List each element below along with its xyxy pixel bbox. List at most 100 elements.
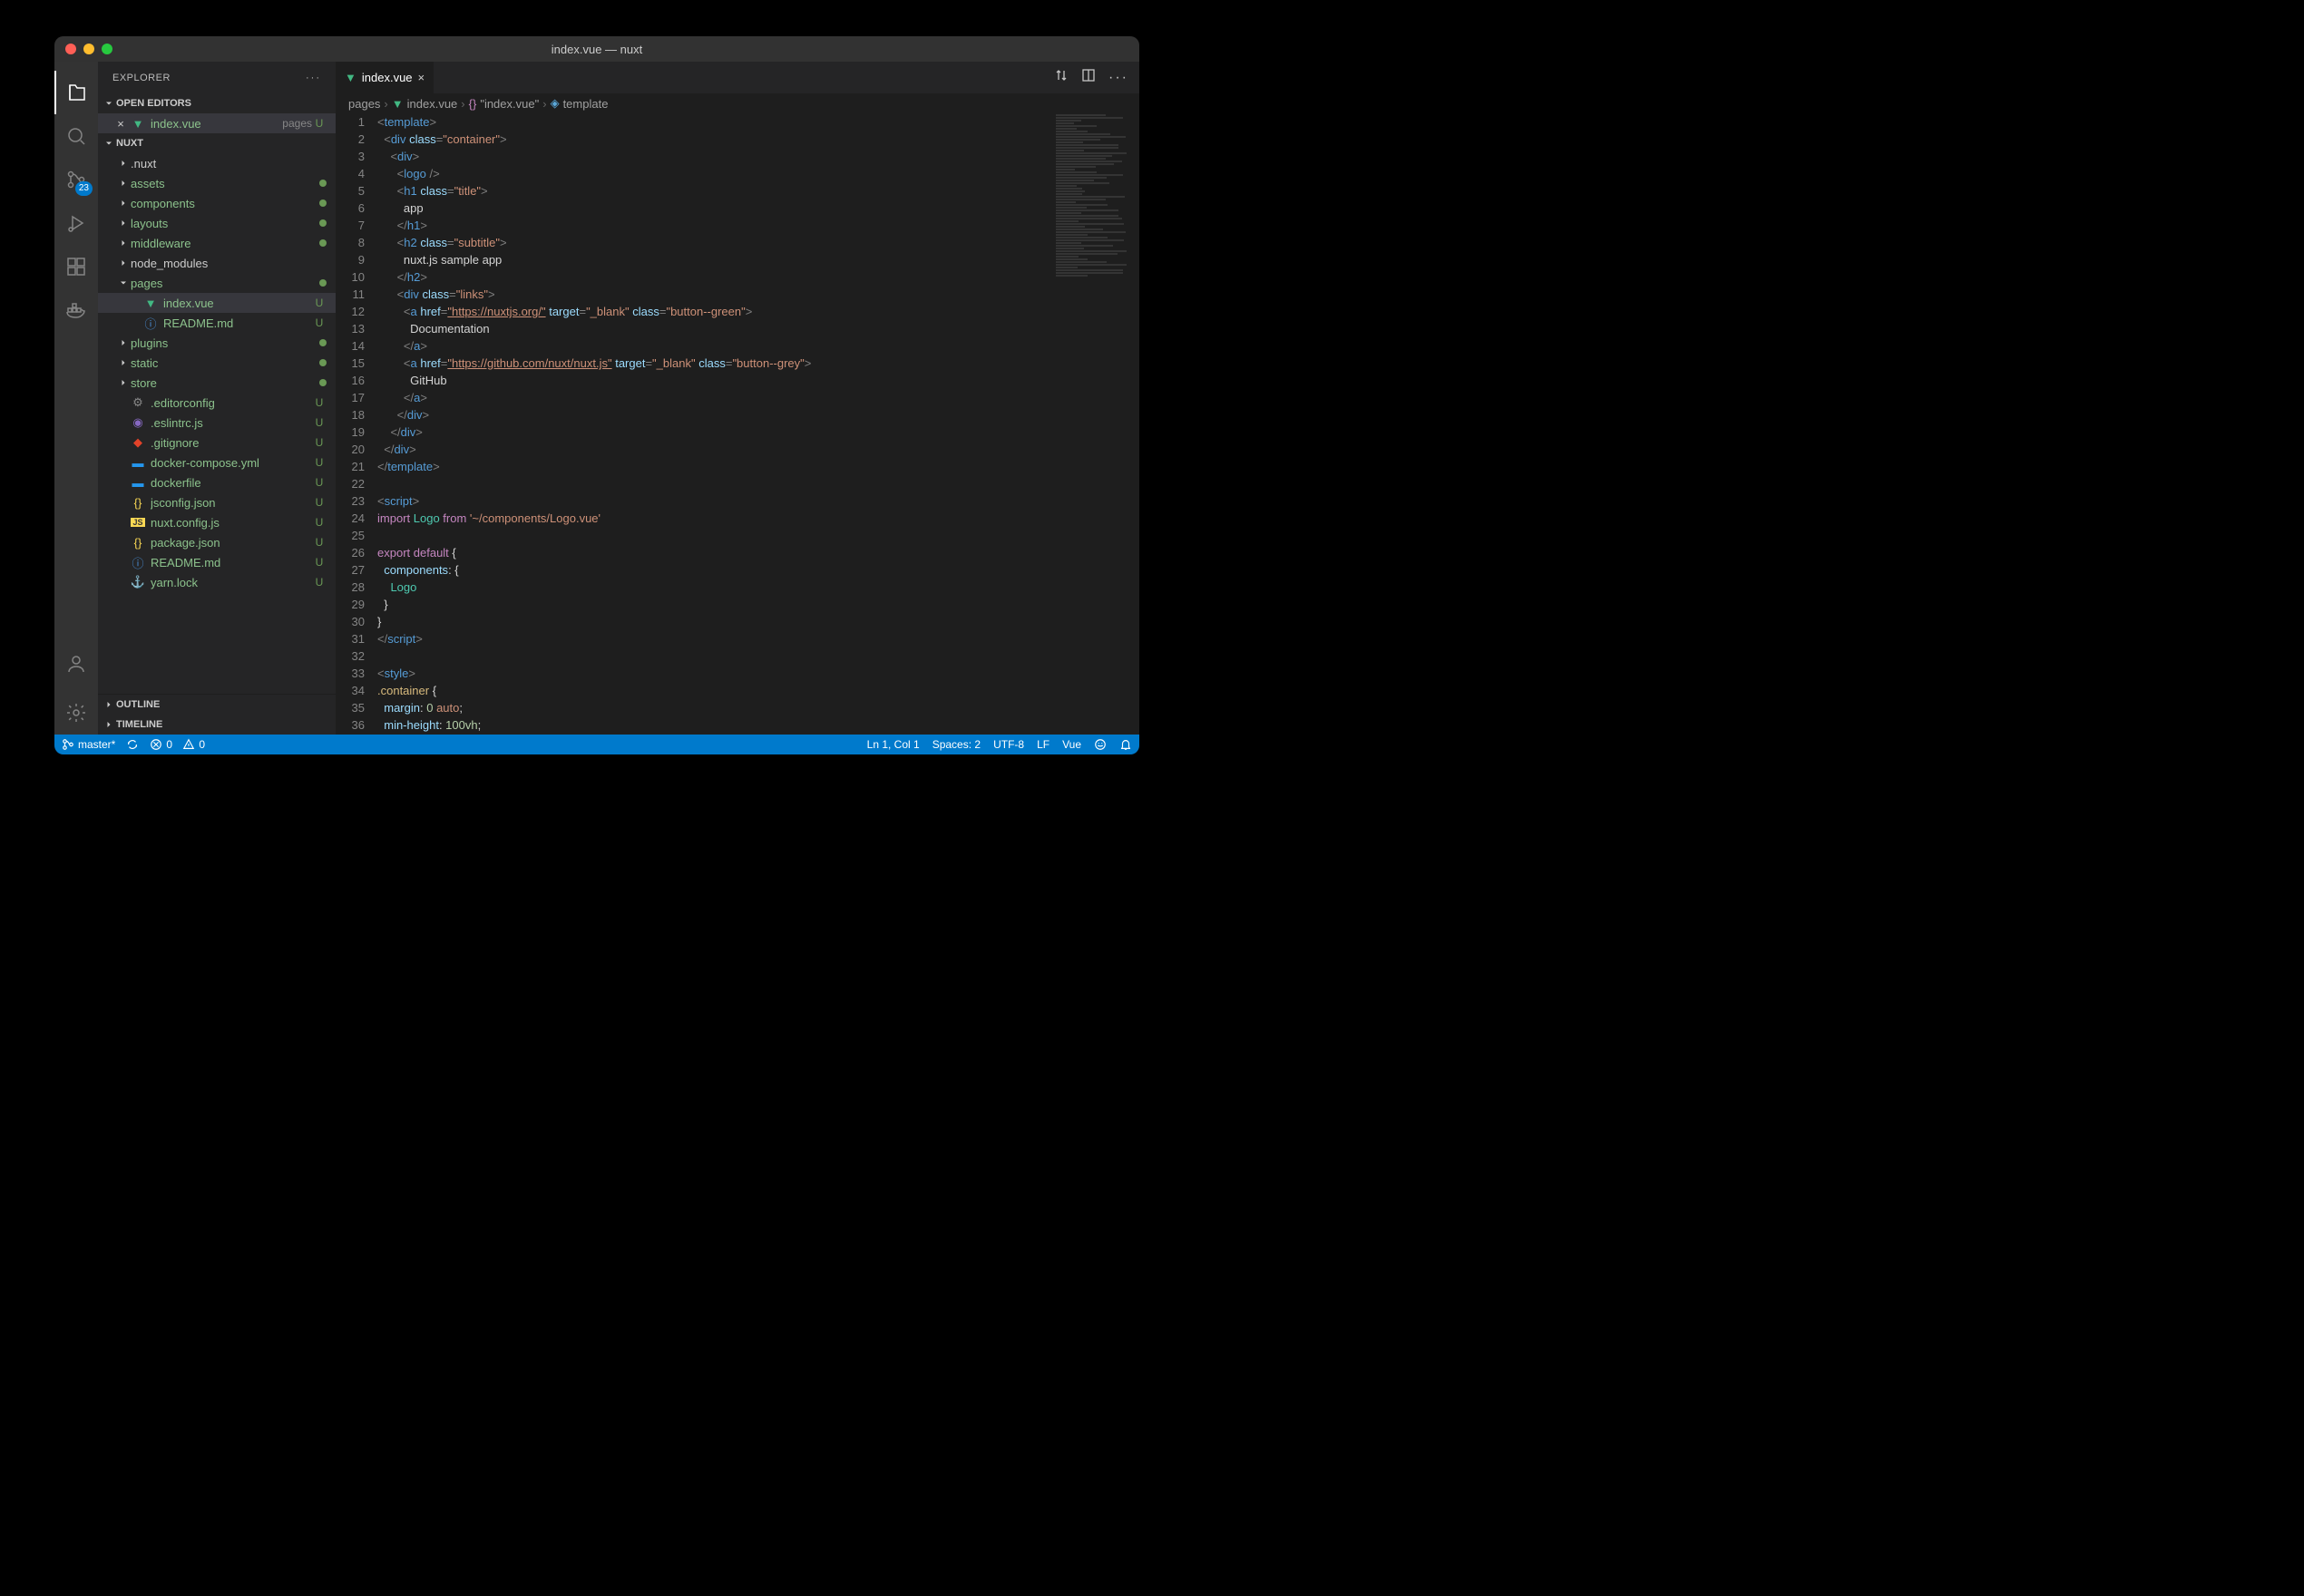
chevron-right-icon	[102, 717, 116, 732]
titlebar[interactable]: index.vue — nuxt	[54, 36, 1139, 62]
folder-label: node_modules	[131, 257, 327, 270]
breadcrumb-item[interactable]: "index.vue"	[480, 97, 539, 111]
editor: ▼ index.vue × ··· pages › ▼ index.vue › …	[336, 62, 1139, 735]
sync-status[interactable]	[126, 738, 139, 751]
folder-item[interactable]: static	[98, 353, 336, 373]
code-lines[interactable]: <template> <div class="container"> <div>…	[377, 113, 1139, 735]
file-item[interactable]: ▬dockerfileU	[98, 472, 336, 492]
open-editors-section[interactable]: OPEN EDITORS	[98, 93, 336, 113]
git-status: U	[312, 496, 327, 509]
indentation-status[interactable]: Spaces: 2	[932, 738, 981, 751]
language-mode[interactable]: Vue	[1062, 738, 1081, 751]
explorer-icon[interactable]	[54, 71, 98, 114]
more-actions-icon[interactable]: ···	[1108, 70, 1128, 86]
accounts-icon[interactable]	[54, 642, 98, 686]
problems-status[interactable]: 0 0	[150, 738, 205, 751]
folder-item[interactable]: .nuxt	[98, 153, 336, 173]
minimize-window-icon[interactable]	[83, 44, 94, 54]
file-item[interactable]: ▼index.vueU	[98, 293, 336, 313]
feedback-icon[interactable]	[1094, 738, 1107, 751]
breadcrumb-item[interactable]: template	[563, 97, 609, 111]
info-icon: ⓘ	[131, 555, 145, 569]
folder-item[interactable]: store	[98, 373, 336, 393]
folder-item[interactable]: components	[98, 193, 336, 213]
git-modified-dot-icon	[319, 219, 327, 227]
timeline-section[interactable]: TIMELINE	[98, 715, 336, 735]
file-item[interactable]: {}package.jsonU	[98, 532, 336, 552]
git-modified-dot-icon	[319, 339, 327, 346]
encoding-status[interactable]: UTF-8	[993, 738, 1024, 751]
file-item[interactable]: ⓘREADME.mdU	[98, 313, 336, 333]
folder-label: assets	[131, 177, 319, 190]
file-label: index.vue	[151, 117, 277, 131]
folder-label: plugins	[131, 336, 319, 350]
project-label: NUXT	[116, 138, 143, 149]
tab-index-vue[interactable]: ▼ index.vue ×	[336, 62, 434, 93]
folder-item[interactable]: middleware	[98, 233, 336, 253]
more-icon[interactable]: ···	[306, 73, 321, 83]
folder-item[interactable]: layouts	[98, 213, 336, 233]
braces-icon: {}	[469, 97, 477, 111]
git-modified-dot-icon	[319, 239, 327, 247]
run-debug-icon[interactable]	[54, 201, 98, 245]
folder-label: pages	[131, 277, 319, 290]
file-item[interactable]: ⚓yarn.lockU	[98, 572, 336, 592]
split-editor-icon[interactable]	[1081, 68, 1096, 87]
explorer-sidebar: EXPLORER ··· OPEN EDITORS ×▼index.vuepag…	[98, 62, 336, 735]
project-section[interactable]: NUXT	[98, 133, 336, 153]
warning-count: 0	[199, 738, 205, 751]
minimap[interactable]	[1052, 113, 1139, 735]
close-tab-icon[interactable]: ×	[418, 71, 425, 84]
file-label: .eslintrc.js	[151, 416, 312, 430]
docker-icon: ▬	[131, 455, 145, 470]
window-title: index.vue — nuxt	[552, 43, 642, 56]
search-icon[interactable]	[54, 114, 98, 158]
vue-icon: ▼	[392, 97, 404, 111]
file-item[interactable]: ◆.gitignoreU	[98, 433, 336, 453]
file-label: docker-compose.yml	[151, 456, 312, 470]
file-item[interactable]: ⚙.editorconfigU	[98, 393, 336, 413]
folder-label: store	[131, 376, 319, 390]
breadcrumb-item[interactable]: index.vue	[407, 97, 458, 111]
eol-status[interactable]: LF	[1037, 738, 1049, 751]
chevron-down-icon	[102, 96, 116, 111]
breadcrumb-item[interactable]: pages	[348, 97, 380, 111]
close-window-icon[interactable]	[65, 44, 76, 54]
file-item[interactable]: {}jsconfig.jsonU	[98, 492, 336, 512]
git-status: U	[312, 476, 327, 489]
file-label: yarn.lock	[151, 576, 312, 589]
activity-bar: 23	[54, 62, 98, 735]
file-item[interactable]: ◉.eslintrc.jsU	[98, 413, 336, 433]
tab-label: index.vue	[362, 71, 413, 84]
folder-item[interactable]: node_modules	[98, 253, 336, 273]
breadcrumb[interactable]: pages › ▼ index.vue › {} "index.vue" › ◈…	[336, 93, 1139, 113]
extensions-icon[interactable]	[54, 245, 98, 288]
chevron-right-icon: ›	[384, 97, 387, 111]
git-status: U	[312, 297, 327, 309]
eslint-icon: ◉	[131, 415, 145, 430]
outline-section[interactable]: OUTLINE	[98, 695, 336, 715]
cursor-position[interactable]: Ln 1, Col 1	[867, 738, 920, 751]
file-item[interactable]: JSnuxt.config.jsU	[98, 512, 336, 532]
git-status: U	[312, 516, 327, 529]
code-area[interactable]: 1234567891011121314151617181920212223242…	[336, 113, 1139, 735]
line-gutter: 1234567891011121314151617181920212223242…	[336, 113, 377, 735]
open-editor-item[interactable]: ×▼index.vuepagesU	[98, 113, 336, 133]
docker-icon[interactable]	[54, 288, 98, 332]
chevron-down-icon	[102, 136, 116, 151]
folder-item[interactable]: plugins	[98, 333, 336, 353]
folder-item[interactable]: pages	[98, 273, 336, 293]
settings-gear-icon[interactable]	[54, 691, 98, 735]
file-item[interactable]: ⓘREADME.mdU	[98, 552, 336, 572]
file-item[interactable]: ▬docker-compose.ymlU	[98, 453, 336, 472]
file-label: README.md	[151, 556, 312, 569]
file-label: README.md	[163, 316, 312, 330]
notifications-icon[interactable]	[1119, 738, 1132, 751]
folder-label: layouts	[131, 217, 319, 230]
zoom-window-icon[interactable]	[102, 44, 112, 54]
git-branch-status[interactable]: master*	[62, 738, 115, 751]
compare-changes-icon[interactable]	[1054, 68, 1069, 87]
folder-item[interactable]: assets	[98, 173, 336, 193]
source-control-icon[interactable]: 23	[54, 158, 98, 201]
close-icon[interactable]: ×	[114, 117, 127, 131]
